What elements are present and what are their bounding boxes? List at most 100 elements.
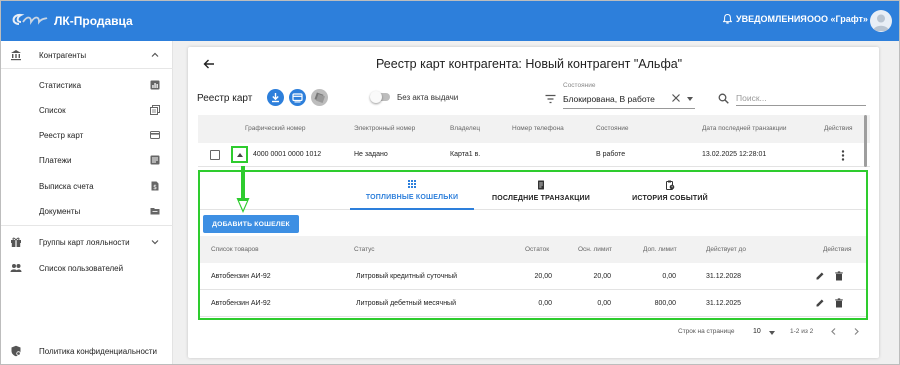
edit-icon[interactable] <box>815 271 825 281</box>
search-icon <box>718 93 729 104</box>
caret-down-icon[interactable] <box>769 331 775 335</box>
sidebar-item-card-registry[interactable]: Реестр карт <box>1 124 173 146</box>
rows-per-page-select[interactable]: 10 <box>753 328 761 335</box>
bell-icon <box>723 14 732 24</box>
state-select[interactable]: Блокирована, В работе <box>563 94 655 104</box>
card-details-panel: ТОПЛИВНЫЕ КОШЕЛЬКИ ПОСЛЕДНИЕ ТРАНЗАКЦИИ … <box>198 170 868 320</box>
sidebar-item-list[interactable]: Список <box>1 99 173 121</box>
sidebar-item-label: Документы <box>39 206 81 216</box>
notifications-label: УВЕДОМЛЕНИЯ <box>736 14 807 24</box>
wallet-row[interactable]: Автобензин АИ-92 Литровый кредитный суто… <box>200 263 866 290</box>
logo-icon <box>12 13 48 25</box>
wallet-status: Литровый дебетный месячный <box>356 300 456 307</box>
wallet-extra-limit: 800,00 <box>654 300 676 307</box>
chart-icon <box>150 80 160 90</box>
shield-icon <box>11 345 21 357</box>
chevron-left-icon[interactable] <box>829 327 838 336</box>
column-header[interactable]: Графический номер <box>245 125 305 132</box>
dollar-doc-icon: $ <box>151 181 159 191</box>
sidebar-item-loyalty-groups[interactable]: Группы карт лояльности <box>1 231 173 253</box>
chevron-down-icon[interactable] <box>150 237 160 247</box>
graphic-number: 4000 0001 0000 1012 <box>253 151 322 158</box>
sidebar-item-statistics[interactable]: Статистика <box>1 74 173 96</box>
cards-stack-icon <box>292 93 303 103</box>
credit-card-icon <box>150 131 160 139</box>
download-button[interactable] <box>267 89 284 106</box>
column-header[interactable]: Дата последней транзакции <box>702 125 787 132</box>
sidebar-item-privacy-policy[interactable]: Политика конфиденциальности <box>1 340 173 362</box>
people-icon <box>10 264 22 272</box>
tab-fuel-wallets[interactable]: ТОПЛИВНЫЕ КОШЕЛЬКИ <box>350 172 474 210</box>
org-name[interactable]: ООО «Графт» <box>807 14 868 24</box>
caret-up-icon <box>237 153 243 157</box>
column-header: Статус <box>354 246 375 253</box>
last-transaction-date: 13.02.2025 12:28:01 <box>702 151 767 158</box>
wallet-valid-until: 31.12.2025 <box>706 300 742 307</box>
filter-icon <box>545 94 556 104</box>
search-input[interactable] <box>736 90 866 106</box>
sidebar-item-payments[interactable]: Платежи <box>1 149 173 171</box>
tab-label: ТОПЛИВНЫЕ КОШЕЛЬКИ <box>365 194 459 201</box>
sidebar-item-label: Реестр карт <box>39 130 84 140</box>
document-lines-icon <box>150 155 160 165</box>
pagination-range: 1-2 из 2 <box>790 328 814 335</box>
grid-icon <box>408 180 416 188</box>
scrollbar[interactable] <box>864 115 867 167</box>
table-header: Графический номер Электронный номер Влад… <box>198 115 870 143</box>
card-state: В работе <box>596 151 626 158</box>
user-icon <box>873 14 889 31</box>
row-checkbox[interactable] <box>210 150 220 160</box>
clipboard-clock-icon <box>666 180 675 190</box>
page-title: Реестр карт контрагента: Новый контраген… <box>376 57 683 71</box>
column-header[interactable]: Номер телефона <box>512 125 564 132</box>
column-header[interactable]: Электронный номер <box>354 125 415 132</box>
column-header: Осн. лимит <box>578 246 613 253</box>
add-wallet-button[interactable]: ДОБАВИТЬ КОШЕЛЕК <box>203 215 299 233</box>
column-header[interactable]: Состояние <box>596 125 628 132</box>
rows-per-page-label: Строк на странице <box>678 328 735 335</box>
delete-icon[interactable] <box>834 271 844 281</box>
panel-tabs: ТОПЛИВНЫЕ КОШЕЛЬКИ ПОСЛЕДНИЕ ТРАНЗАКЦИИ … <box>200 172 866 210</box>
delete-icon[interactable] <box>834 298 844 308</box>
back-arrow-icon[interactable] <box>202 57 216 71</box>
sidebar-item-label: Платежи <box>39 155 72 165</box>
state-select-caption: Состояние <box>563 82 596 89</box>
tab-event-history[interactable]: ИСТОРИЯ СОБЫТИЙ <box>610 172 730 210</box>
sidebar-item-label: Статистика <box>39 80 82 90</box>
wallet-balance: 0,00 <box>538 300 552 307</box>
toggle-knob <box>370 91 382 103</box>
more-vert-icon[interactable] <box>841 150 845 161</box>
folder-icon <box>150 208 160 215</box>
receipt-icon <box>538 180 544 190</box>
edit-icon[interactable] <box>815 298 825 308</box>
sidebar-item-statement[interactable]: Выписка счета $ <box>1 175 173 197</box>
close-icon[interactable] <box>671 93 681 103</box>
chevron-up-icon[interactable] <box>150 50 160 60</box>
cards-stack-button[interactable] <box>289 89 306 106</box>
chevron-right-icon[interactable] <box>852 327 861 336</box>
sidebar-item-documents[interactable]: Документы <box>1 200 173 222</box>
sidebar-item-contractors[interactable]: Контрагенты <box>1 44 173 66</box>
top-bar: ЛК-Продавца УВЕДОМЛЕНИЯ ООО «Графт» <box>1 1 899 41</box>
table-row[interactable]: 4000 0001 0000 1012 Не задано Карта1 в. … <box>198 143 870 167</box>
wallet-balance: 20,00 <box>534 273 552 280</box>
sidebar-item-users[interactable]: Список пользователей <box>1 257 173 279</box>
state-select-underline <box>563 108 695 109</box>
owner: Карта1 в. <box>450 151 481 158</box>
sidebar-item-label: Контрагенты <box>39 50 87 60</box>
caret-down-icon[interactable] <box>687 97 693 101</box>
column-header[interactable]: Владелец <box>450 125 480 132</box>
expand-row-button[interactable] <box>231 146 248 163</box>
tab-label: ИСТОРИЯ СОБЫТИЙ <box>632 195 708 202</box>
avatar[interactable] <box>870 10 892 32</box>
no-act-toggle[interactable] <box>370 91 390 103</box>
sidebar-item-label: Политика конфиденциальности <box>39 346 158 356</box>
sidebar-item-label: Группы карт лояльности <box>39 237 130 247</box>
tab-last-transactions[interactable]: ПОСЛЕДНИЕ ТРАНЗАКЦИИ <box>478 172 604 210</box>
wallet-product: Автобензин АИ-92 <box>211 273 271 280</box>
divider <box>1 225 173 226</box>
notifications-button[interactable]: УВЕДОМЛЕНИЯ <box>723 14 807 24</box>
wallet-row[interactable]: Автобензин АИ-92 Литровый дебетный месяч… <box>200 290 866 317</box>
cards-disabled-button[interactable] <box>311 89 328 106</box>
bank-icon <box>11 50 21 61</box>
